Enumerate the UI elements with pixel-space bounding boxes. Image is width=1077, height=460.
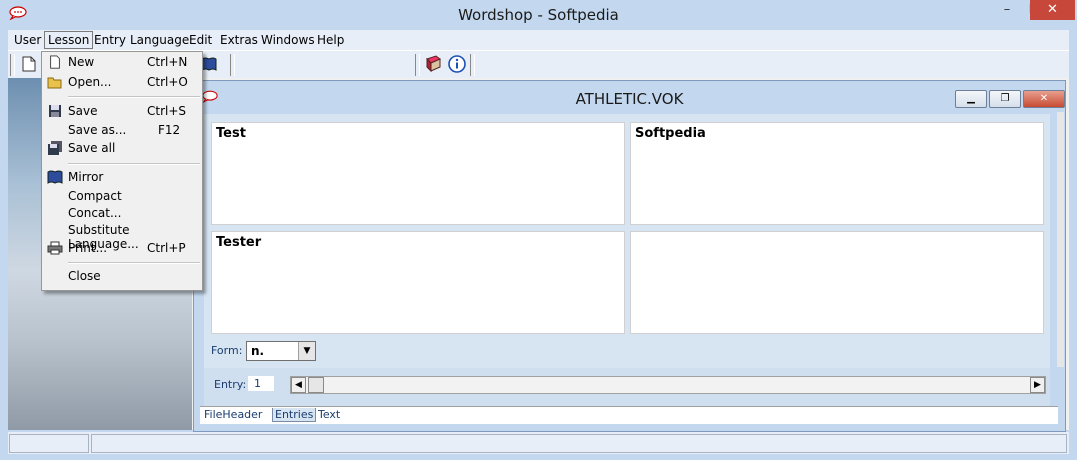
menu-extras[interactable]: Extras bbox=[218, 33, 260, 47]
close-button[interactable]: ✕ bbox=[1030, 0, 1075, 20]
status-panel bbox=[9, 434, 89, 453]
entry-number: 1 bbox=[254, 377, 261, 390]
menu-label: Print... bbox=[68, 241, 108, 255]
form-select[interactable]: n. ▼ bbox=[246, 341, 316, 361]
menu-label: Close bbox=[68, 269, 101, 283]
scroll-left-arrow-icon[interactable]: ◀ bbox=[291, 377, 306, 393]
menu-item-print[interactable]: Print... Ctrl+P bbox=[42, 240, 202, 257]
menu-shortcut: F12 bbox=[158, 123, 181, 137]
menu-item-concat[interactable]: Concat... bbox=[42, 205, 202, 222]
menu-label: Compact bbox=[68, 189, 122, 203]
menu-label: Open... bbox=[68, 75, 112, 89]
pane-bottom-left[interactable]: Tester bbox=[211, 231, 625, 334]
floppy-icon bbox=[49, 105, 61, 117]
child-close-button[interactable]: ✕ bbox=[1023, 90, 1065, 108]
window-title: Wordshop - Softpedia bbox=[458, 6, 619, 24]
menu-item-save-all[interactable]: Save all bbox=[42, 140, 202, 157]
vertical-scrollbar[interactable] bbox=[1057, 112, 1064, 367]
menu-language[interactable]: Language bbox=[128, 33, 191, 47]
menu-item-substitute-language[interactable]: Substitute Language... bbox=[42, 222, 202, 251]
toolbar-separator bbox=[230, 54, 235, 76]
toolbar-separator bbox=[10, 54, 15, 76]
menu-item-compact[interactable]: Compact bbox=[42, 188, 202, 205]
menu-separator bbox=[68, 262, 200, 264]
menu-help[interactable]: Help bbox=[315, 33, 346, 47]
menu-separator bbox=[68, 96, 200, 98]
menu-item-close[interactable]: Close bbox=[42, 268, 202, 285]
word-text-2: Tester bbox=[216, 235, 262, 250]
tab-text[interactable]: Text bbox=[318, 408, 340, 421]
toolbar-separator bbox=[470, 54, 475, 76]
menu-item-save[interactable]: Save Ctrl+S bbox=[42, 103, 202, 120]
status-panel bbox=[91, 434, 1067, 453]
tab-entries[interactable]: Entries bbox=[272, 408, 317, 422]
menu-item-new[interactable]: New Ctrl+N bbox=[42, 54, 202, 71]
scroll-right-arrow-icon[interactable]: ▶ bbox=[1030, 377, 1045, 393]
menu-item-open[interactable]: Open... Ctrl+O bbox=[42, 74, 202, 91]
menu-windows[interactable]: Windows bbox=[259, 33, 317, 47]
menu-label: Save as... bbox=[68, 123, 127, 137]
open-folder-icon bbox=[47, 77, 62, 89]
entry-editor: Test Softpedia Tester Form: n. ▼ Entry: … bbox=[204, 114, 1050, 406]
menu-shortcut: Ctrl+P bbox=[147, 241, 186, 255]
child-restore-button[interactable]: ❐ bbox=[989, 90, 1021, 108]
pane-top-left[interactable]: Test bbox=[211, 122, 625, 225]
form-select-value: n. bbox=[251, 344, 265, 358]
translation-text: Softpedia bbox=[635, 126, 706, 141]
printer-icon bbox=[47, 241, 63, 255]
entry-number-box: 1 bbox=[248, 376, 274, 391]
form-label: Form: bbox=[211, 344, 243, 357]
menu-shortcut: Ctrl+S bbox=[147, 104, 187, 118]
red-book-icon[interactable] bbox=[424, 55, 442, 73]
book-icon[interactable] bbox=[201, 57, 217, 71]
menu-label: Save bbox=[68, 104, 98, 118]
entry-scrollbar[interactable]: ◀ ▶ bbox=[290, 376, 1046, 394]
menu-label: Concat... bbox=[68, 206, 122, 220]
minimize-button[interactable]: – bbox=[993, 0, 1021, 20]
menu-label: Save all bbox=[68, 141, 116, 155]
menu-lesson[interactable]: Lesson bbox=[44, 31, 94, 49]
new-file-icon bbox=[50, 55, 60, 69]
menu-entry[interactable]: Entry bbox=[92, 33, 128, 47]
scroll-thumb[interactable] bbox=[308, 377, 324, 393]
menu-shortcut: Ctrl+N bbox=[147, 55, 188, 69]
book-icon bbox=[47, 170, 63, 184]
chevron-down-icon[interactable]: ▼ bbox=[298, 342, 315, 360]
menu-edit[interactable]: Edit bbox=[187, 33, 214, 47]
menu-user[interactable]: User bbox=[12, 33, 43, 47]
child-minimize-button[interactable]: ▁ bbox=[955, 90, 987, 108]
tab-fileheader[interactable]: FileHeader bbox=[204, 408, 262, 421]
word-text: Test bbox=[216, 126, 246, 141]
vocabulary-window: ATHLETIC.VOK ▁ ❐ ✕ Test Softpedia Tester… bbox=[193, 80, 1066, 432]
menu-item-mirror[interactable]: Mirror bbox=[42, 169, 202, 186]
menu-label: Mirror bbox=[68, 170, 104, 184]
menu-shortcut: Ctrl+O bbox=[147, 75, 188, 89]
info-icon[interactable] bbox=[448, 55, 466, 73]
pane-bottom-right[interactable] bbox=[630, 231, 1044, 334]
menu-separator bbox=[68, 163, 200, 165]
menu-bar: User Lesson Entry Language Edit Extras W… bbox=[8, 30, 1069, 50]
child-window-title: ATHLETIC.VOK bbox=[575, 90, 684, 108]
new-file-icon[interactable] bbox=[22, 56, 36, 72]
menu-item-save-as[interactable]: Save as... F12 bbox=[42, 122, 202, 139]
save-all-icon bbox=[48, 141, 62, 155]
pane-top-right[interactable]: Softpedia bbox=[630, 122, 1044, 225]
tab-strip: FileHeader Entries Text bbox=[200, 406, 1058, 424]
title-bar: Wordshop - Softpedia – ☐ ✕ bbox=[0, 0, 1077, 30]
menu-label: New bbox=[68, 55, 95, 69]
entry-label: Entry: bbox=[214, 378, 247, 391]
status-bar bbox=[8, 432, 1069, 454]
toolbar-separator bbox=[415, 54, 420, 76]
lesson-dropdown-menu: New Ctrl+N Open... Ctrl+O Save Ctrl+S Sa… bbox=[41, 51, 203, 291]
